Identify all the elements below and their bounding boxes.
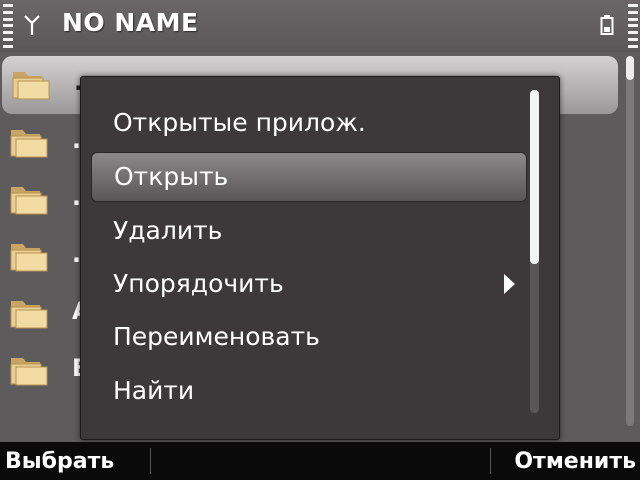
menu-item-rename[interactable]: Переименовать: [91, 313, 525, 361]
status-bar: NO NAME: [0, 0, 640, 52]
folder-icon: [10, 187, 48, 215]
app-title: NO NAME: [62, 8, 199, 37]
menu-item-label: Удалить: [113, 216, 223, 245]
folder-icon: [10, 358, 48, 386]
softkey-divider: [490, 448, 491, 474]
battery-level-indicator: [628, 4, 638, 48]
menu-item-label: Открыть: [114, 162, 229, 191]
menu-item-label: Переименовать: [113, 322, 320, 351]
menu-item-delete[interactable]: Удалить: [91, 207, 525, 255]
menu-item-open-apps[interactable]: Открытые прилож.: [91, 99, 525, 147]
menu-item-sort[interactable]: Упорядочить: [91, 260, 525, 308]
select-softkey[interactable]: Выбрать: [5, 449, 114, 474]
menu-item-label: Открытые прилож.: [113, 108, 366, 137]
antenna-icon: [24, 15, 40, 35]
folder-icon: [10, 301, 48, 329]
options-menu: Открытые прилож. Открыть Удалить Упорядочит…: [80, 76, 560, 440]
menu-item-label: Найти: [113, 376, 195, 405]
softkey-bar: Выбрать Отменить: [0, 442, 640, 480]
softkey-divider: [150, 448, 151, 474]
folder-icon: [12, 72, 50, 100]
menu-item-label: Упорядочить: [113, 269, 284, 298]
menu-item-open[interactable]: Открыть: [91, 152, 527, 202]
signal-strength-indicator: [3, 4, 13, 48]
folder-icon: [10, 130, 48, 158]
menu-scrollbar[interactable]: [530, 90, 539, 413]
cancel-softkey[interactable]: Отменить: [514, 449, 636, 474]
list-scrollbar-thumb[interactable]: [626, 56, 634, 80]
folder-icon: [10, 244, 48, 272]
chevron-right-icon: [504, 274, 515, 294]
menu-scrollbar-thumb[interactable]: [530, 90, 539, 264]
list-scrollbar[interactable]: [626, 56, 634, 426]
menu-item-find[interactable]: Найти: [91, 367, 525, 415]
battery-icon: [600, 15, 614, 35]
